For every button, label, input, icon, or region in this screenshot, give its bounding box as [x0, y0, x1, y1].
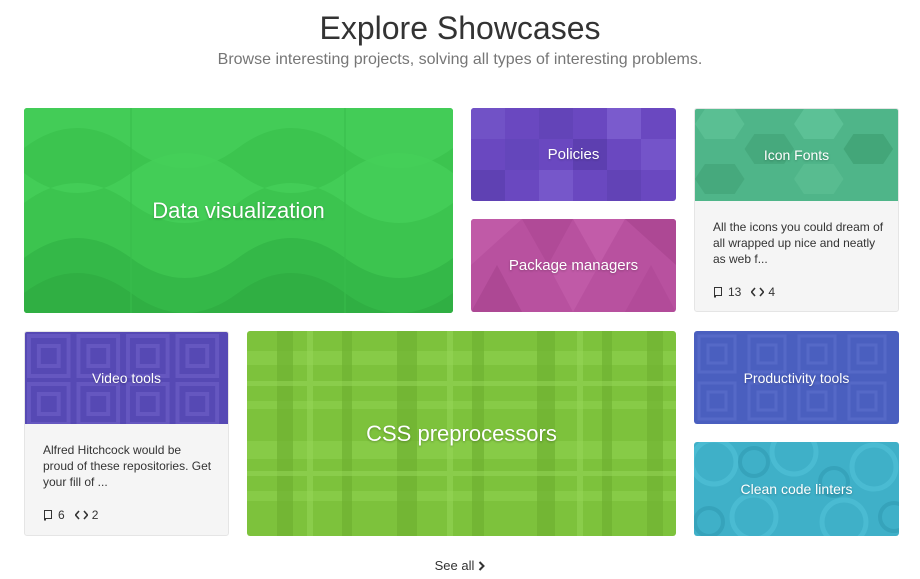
see-all-label: See all [434, 558, 475, 573]
showcase-card-package-managers[interactable]: Package managers [471, 219, 676, 312]
showcase-banner: Productivity tools [694, 331, 899, 424]
repo-count-value: 6 [58, 508, 65, 522]
showcase-banner: Clean code linters [694, 442, 899, 536]
repo-icon [44, 509, 52, 521]
page-title: Explore Showcases [319, 10, 601, 46]
showcase-banner: CSS preprocessors [247, 331, 676, 536]
showcase-banner: Video tools [25, 332, 228, 424]
showcase-title: CSS preprocessors [366, 420, 557, 446]
showcase-title: Icon Fonts [763, 147, 830, 163]
showcase-card-css-preprocessors[interactable]: CSS preprocessors [247, 331, 676, 536]
showcase-title: Package managers [508, 257, 639, 274]
showcase-title: Video tools [91, 370, 161, 386]
repo-icon [714, 286, 722, 298]
showcase-title: Policies [547, 146, 600, 163]
repo-count: 6 [43, 508, 65, 522]
chevron-right-icon [479, 560, 486, 571]
showcase-card-productivity-tools[interactable]: Productivity tools [694, 331, 899, 424]
showcase-banner: Package managers [471, 219, 676, 312]
code-icon [751, 287, 765, 297]
showcase-title: Data visualization [152, 197, 325, 223]
see-all-link[interactable]: See all [435, 558, 486, 573]
see-all: See all [0, 558, 920, 573]
showcase-meta: 6 2 [43, 508, 98, 522]
showcase-title: Clean code linters [740, 481, 853, 497]
showcase-banner: Data visualization [24, 108, 453, 313]
showcase-banner: Policies [471, 108, 676, 201]
showcase-card-icon-fonts[interactable]: Icon Fonts All the icons you could dream… [694, 108, 899, 312]
page-subtitle: Browse interesting projects, solving all… [217, 51, 703, 68]
showcase-card-data-visualization[interactable]: Data visualization [24, 108, 453, 313]
repo-count: 13 [713, 285, 741, 299]
showcase-card-video-tools[interactable]: Video tools Alfred Hitchcock would be pr… [24, 331, 229, 536]
showcase-meta: 13 4 [713, 285, 775, 299]
language-count-value: 2 [91, 508, 99, 522]
showcase-banner: Icon Fonts [695, 109, 898, 201]
language-count-value: 4 [768, 285, 776, 299]
showcase-description: Alfred Hitchcock would be proud of these… [43, 443, 212, 489]
language-count: 4 [751, 285, 775, 299]
showcase-card-policies[interactable]: Policies [471, 108, 676, 201]
repo-count-value: 13 [728, 285, 742, 299]
showcase-description: All the icons you could dream of all wra… [713, 220, 884, 266]
showcase-card-clean-code-linters[interactable]: Clean code linters [694, 442, 899, 536]
language-count: 2 [74, 508, 99, 522]
code-icon [74, 510, 88, 520]
showcase-title: Productivity tools [743, 369, 850, 386]
